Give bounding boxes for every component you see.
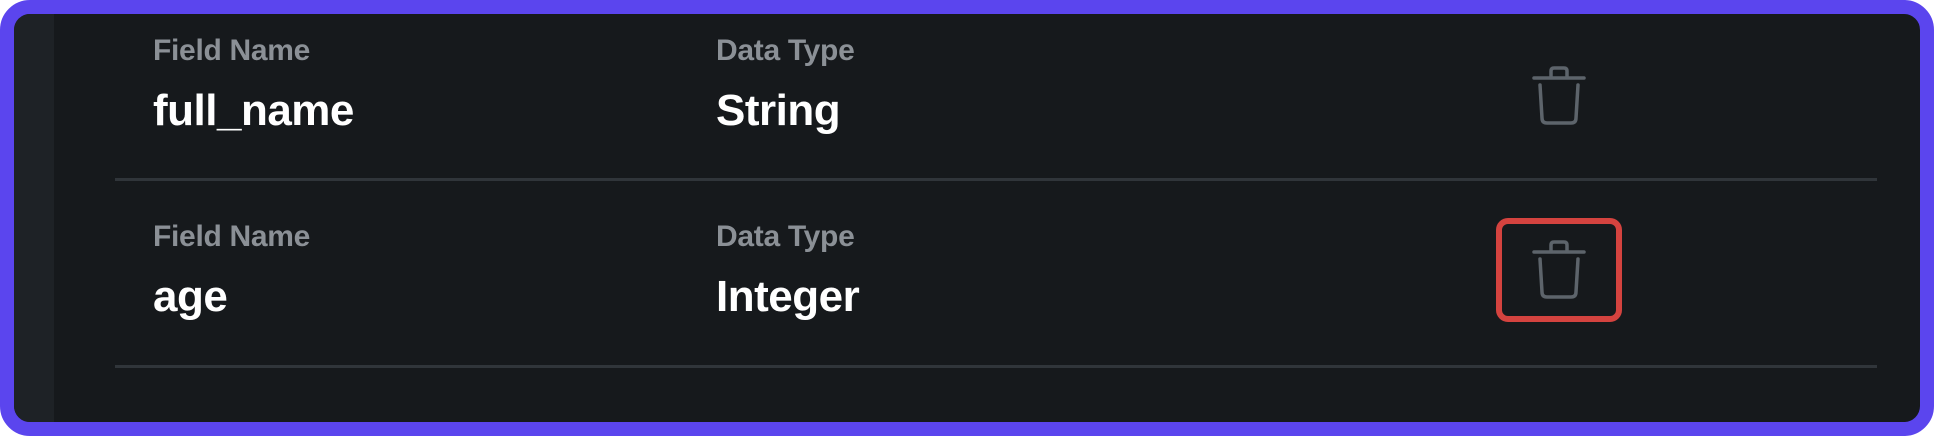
field-row-2: Field Name age Data Type Integer [14,200,1920,386]
trash-icon [1532,240,1586,299]
data-type-label: Data Type [716,34,855,67]
data-type-value: Integer [716,272,860,321]
trash-icon [1532,66,1586,125]
row-divider [115,178,1877,181]
field-name-label: Field Name [153,220,311,253]
field-name-value: age [153,272,228,321]
data-type-value: String [716,86,841,135]
field-row-1: Field Name full_name Data Type String [14,14,1920,200]
field-name-label: Field Name [153,34,311,67]
schema-fields-panel: Field Name full_name Data Type String Fi… [0,0,1934,436]
row-divider [115,365,1877,368]
delete-field-button[interactable] [1496,44,1622,148]
delete-field-button[interactable] [1496,218,1622,322]
field-name-value: full_name [153,86,354,135]
data-type-label: Data Type [716,220,855,253]
